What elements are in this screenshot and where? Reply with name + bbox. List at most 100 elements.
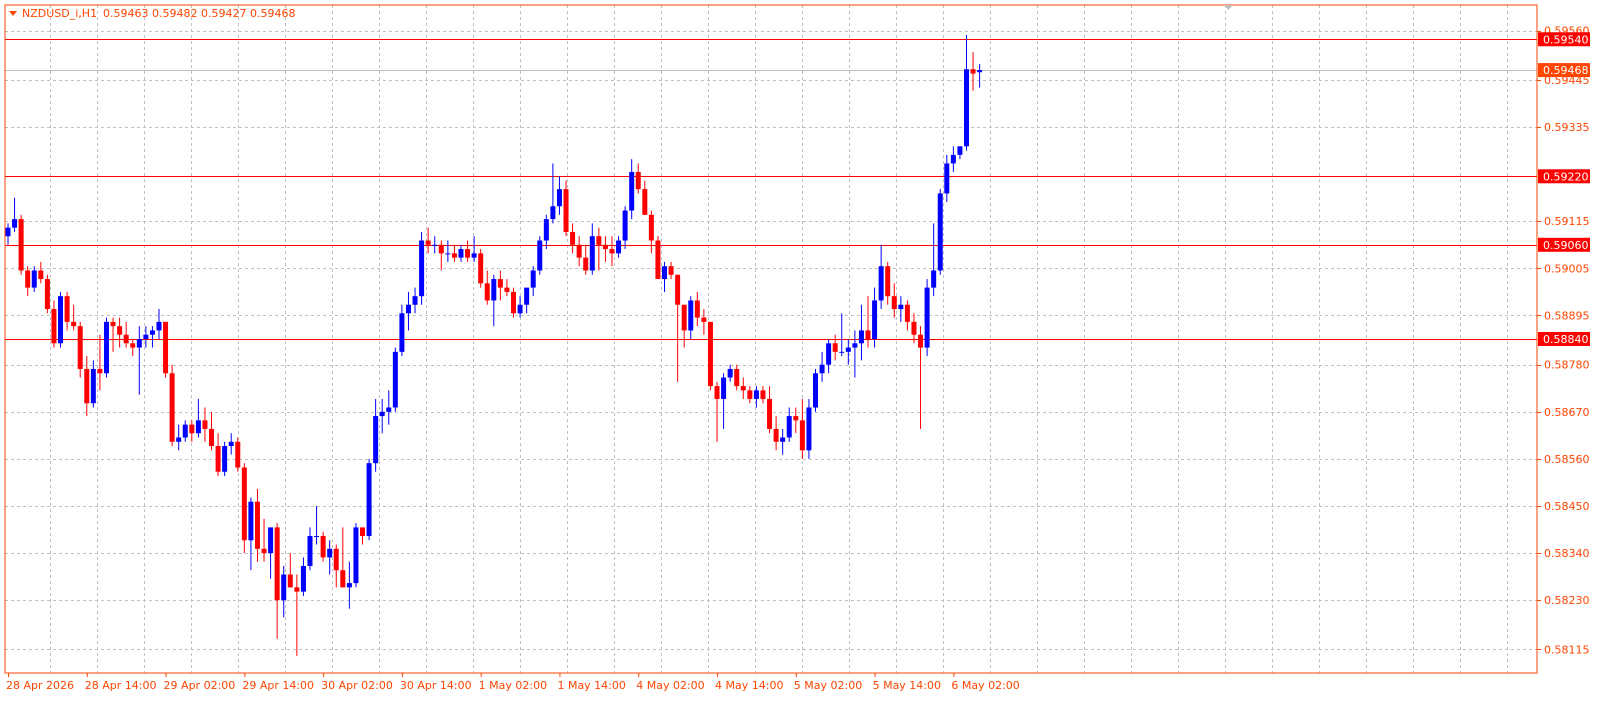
bull-candle [924, 279, 930, 357]
candle-body [333, 548, 339, 571]
candle-body [642, 189, 648, 215]
candle-body [458, 249, 464, 258]
time-tick-label: 1 May 02:00 [479, 679, 547, 692]
candle-body [235, 441, 241, 468]
price-tick-label: 0.58115 [1544, 643, 1590, 656]
time-tick-label: 4 May 02:00 [636, 679, 704, 692]
candle-body [432, 244, 438, 246]
candle-body [589, 236, 595, 271]
candle-body [241, 467, 247, 541]
candle-body [918, 334, 924, 348]
candle-body [602, 244, 608, 250]
candle-body [721, 377, 727, 399]
candle-body [12, 219, 18, 228]
candle-body [77, 326, 83, 369]
candle-body [655, 240, 661, 280]
candle-body [648, 214, 654, 241]
candle-body [924, 287, 930, 348]
candle-body [44, 279, 50, 310]
candle-body [254, 501, 260, 549]
candle-body [287, 574, 293, 588]
symbol-label: NZDUSD_i,H1 [22, 7, 97, 20]
candle-body [845, 347, 851, 352]
candle-body [327, 548, 333, 558]
candle-body [294, 587, 300, 592]
candle-body [366, 463, 372, 536]
bull-candle [419, 231, 425, 305]
candle-body [767, 398, 773, 429]
candle-body [405, 304, 411, 314]
candle-body [727, 368, 733, 378]
price-tick-label: 0.58560 [1544, 453, 1590, 466]
candle-body [911, 321, 917, 335]
bull-candle [353, 523, 359, 588]
candle-body [878, 266, 884, 301]
candle-body [123, 334, 129, 344]
candle-body [576, 244, 582, 258]
bull-candle [937, 189, 943, 275]
candle-body [478, 253, 484, 284]
candle-body [799, 420, 805, 451]
time-tick-label: 1 May 14:00 [557, 679, 625, 692]
candle-body [950, 154, 956, 164]
candle-body [852, 343, 858, 348]
candle-body [451, 253, 457, 258]
candle-body [307, 535, 313, 566]
bull-candle [812, 368, 818, 412]
candle-body [596, 236, 602, 245]
candle-body [530, 270, 536, 288]
candle-body [786, 416, 792, 438]
bear-candle [241, 463, 247, 554]
bull-candle [222, 441, 228, 477]
time-tick-label: 5 May 02:00 [794, 679, 862, 692]
candle-body [300, 565, 306, 592]
candle-body [694, 300, 700, 318]
bear-candle [655, 236, 661, 280]
candle-body [465, 249, 471, 258]
candle-body [957, 146, 963, 155]
price-tick-label: 0.58340 [1544, 547, 1590, 560]
candle-body [117, 326, 123, 335]
level-price-tag-label: 0.59060 [1543, 239, 1589, 252]
price-tick-label: 0.58780 [1544, 359, 1590, 372]
candle-body [793, 416, 799, 421]
chart-background [0, 0, 1601, 713]
candle-body [379, 411, 385, 417]
candle-body [898, 304, 904, 310]
bull-candle [366, 458, 372, 541]
candle-body [760, 390, 766, 399]
candle-body [209, 428, 215, 447]
candle-body [701, 317, 707, 322]
candle-body [215, 446, 221, 472]
candle-body [169, 373, 175, 442]
candle-body [537, 240, 543, 271]
chart-header[interactable]: NZDUSD_i,H1 0.59463 0.59482 0.59427 0.59… [9, 7, 295, 20]
candle-body [222, 446, 228, 472]
candle-body [143, 334, 149, 339]
candle-body [511, 291, 517, 314]
bear-candle [707, 321, 713, 391]
candle-body [261, 548, 267, 554]
time-tick-label: 29 Apr 02:00 [164, 679, 236, 692]
time-tick-label: 5 May 14:00 [873, 679, 941, 692]
candle-body [419, 240, 425, 297]
bear-candle [478, 249, 484, 288]
candle-body [563, 189, 569, 232]
bull-candle [806, 398, 812, 459]
candle-body [865, 330, 871, 339]
candle-body [963, 69, 969, 147]
candle-body [977, 70, 983, 73]
candle-body [425, 240, 431, 245]
candle-body [583, 257, 589, 271]
candle-body [346, 583, 352, 588]
candle-body [386, 407, 392, 412]
candle-body [780, 437, 786, 442]
price-chart[interactable]: 0.595600.594450.593350.591150.590050.588… [0, 0, 1601, 713]
candle-body [616, 240, 622, 254]
level-price-tag-label: 0.58840 [1543, 333, 1589, 346]
bear-candle [18, 214, 24, 275]
bull-candle [58, 291, 64, 348]
candle-body [149, 330, 155, 335]
bear-candle [163, 321, 169, 378]
candle-body [130, 343, 136, 348]
